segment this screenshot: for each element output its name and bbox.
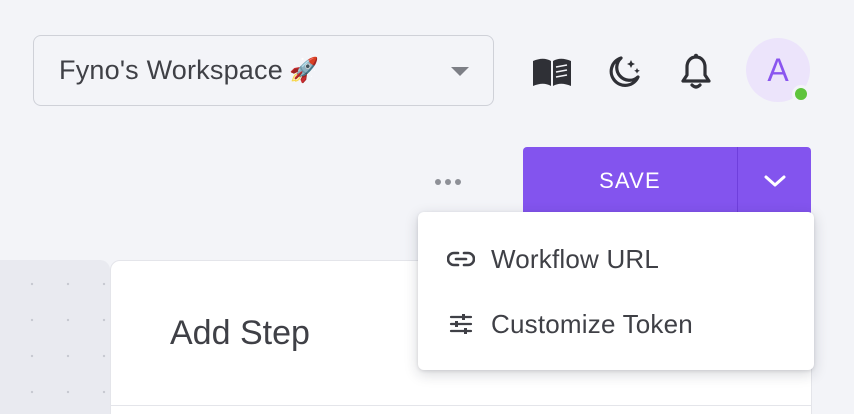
menu-item-label: Customize Token	[491, 308, 693, 339]
avatar-initial: A	[767, 51, 789, 88]
save-dropdown-menu: Workflow URL Customize Token	[418, 212, 814, 370]
book-icon[interactable]	[530, 53, 574, 91]
save-split-button: SAVE	[523, 147, 811, 214]
link-icon	[447, 245, 475, 273]
workflow-canvas	[0, 260, 110, 414]
online-status-dot	[792, 85, 810, 103]
card-title: Add Step	[170, 314, 310, 352]
save-options-toggle[interactable]	[738, 147, 811, 214]
app-screen: Fyno's Workspace 🚀 A SAVE Add Step Workf…	[0, 0, 854, 414]
sliders-icon	[447, 310, 475, 338]
menu-item-workflow-url[interactable]: Workflow URL	[418, 229, 814, 289]
caret-down-icon	[451, 67, 469, 76]
dot-icon	[455, 179, 461, 185]
rocket-emoji: 🚀	[288, 57, 319, 84]
more-options-button[interactable]	[428, 170, 468, 194]
card-divider	[111, 405, 811, 406]
dot-icon	[445, 179, 451, 185]
moon-stars-icon[interactable]	[602, 53, 646, 91]
bell-icon[interactable]	[674, 53, 718, 91]
dot-icon	[435, 179, 441, 185]
menu-item-customize-token[interactable]: Customize Token	[418, 294, 814, 354]
save-button[interactable]: SAVE	[523, 147, 738, 214]
workspace-selector[interactable]: Fyno's Workspace 🚀	[33, 35, 494, 106]
chevron-down-icon	[764, 175, 785, 186]
workspace-name: Fyno's Workspace	[59, 55, 283, 85]
menu-item-label: Workflow URL	[491, 243, 660, 274]
